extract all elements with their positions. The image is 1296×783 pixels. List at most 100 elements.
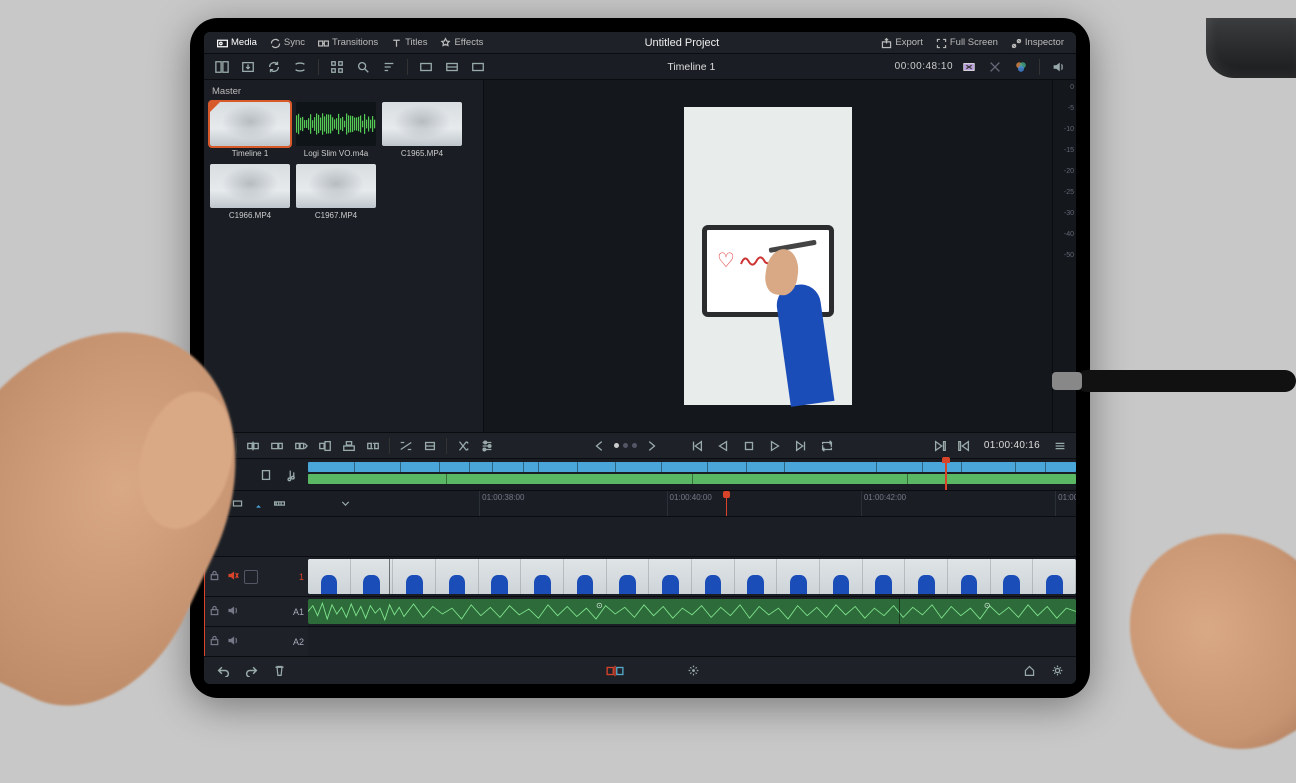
viewer-canvas[interactable]: ♡ xyxy=(484,80,1052,432)
track-indicator[interactable] xyxy=(244,570,258,584)
quick-export-button[interactable] xyxy=(985,58,1005,76)
bin-label: Master xyxy=(210,84,477,102)
audio-clip-area-2[interactable] xyxy=(308,627,1076,656)
undo-button[interactable] xyxy=(214,662,232,680)
speaker-icon[interactable] xyxy=(226,604,239,620)
viewer: ♡ 0-5-10-15-20-25-30-40-50 xyxy=(484,80,1076,432)
menu-transitions[interactable]: Transitions xyxy=(313,35,382,51)
bypass-fx-button[interactable] xyxy=(959,58,979,76)
cut-transition-button[interactable] xyxy=(420,437,440,455)
mini-timeline-row xyxy=(204,458,1076,490)
media-clip[interactable]: C1966.MP4 xyxy=(210,164,290,220)
mute-icon[interactable] xyxy=(226,569,239,585)
time-ruler[interactable]: 01:00:38:0001:00:40:0001:00:42:0001:00:4 xyxy=(382,491,1076,516)
play-reverse-button[interactable] xyxy=(713,437,733,455)
timeline-ruler-row: 01:00:38:0001:00:40:0001:00:42:0001:00:4 xyxy=(204,490,1076,516)
clip-name: C1965.MP4 xyxy=(382,149,462,158)
redo-button[interactable] xyxy=(242,662,260,680)
ruler-tick: 01:00:4 xyxy=(1055,491,1076,516)
search-button[interactable] xyxy=(353,58,373,76)
media-clip[interactable]: C1965.MP4 xyxy=(382,102,462,158)
sort-button[interactable] xyxy=(379,58,399,76)
clip-view-2-button[interactable] xyxy=(442,58,462,76)
layout-toggle-button[interactable] xyxy=(212,58,232,76)
sliders-button[interactable] xyxy=(477,437,497,455)
go-first-button[interactable] xyxy=(687,437,707,455)
cut-page-button[interactable] xyxy=(606,662,624,680)
thumbnail-view-button[interactable] xyxy=(327,58,347,76)
ipad-device: MediaSyncTransitionsTitlesEffects Untitl… xyxy=(190,18,1090,698)
clip-view-3-button[interactable] xyxy=(468,58,488,76)
track-spacer xyxy=(204,516,1076,556)
clip-view-1-button[interactable] xyxy=(416,58,436,76)
pool-viewer-toolbar: Timeline 1 00:00:48:10 xyxy=(204,54,1076,80)
dissolve-button[interactable] xyxy=(396,437,416,455)
color-settings-button[interactable] xyxy=(1011,58,1031,76)
track-lock-icon[interactable] xyxy=(256,466,276,484)
desk-mouse xyxy=(1206,18,1296,78)
next-clip-button[interactable] xyxy=(930,437,950,455)
media-clip[interactable]: Logi Slim VO.m4a xyxy=(296,102,376,158)
lock-icon[interactable] xyxy=(208,604,221,620)
sync-bin-button[interactable] xyxy=(264,58,284,76)
ruler-tick: 01:00:42:00 xyxy=(861,491,906,516)
import-media-button[interactable] xyxy=(238,58,258,76)
play-button[interactable] xyxy=(765,437,785,455)
video-track-header[interactable]: 1 xyxy=(204,557,308,596)
audio-view-button[interactable] xyxy=(271,496,287,512)
menu-effects[interactable]: Effects xyxy=(435,35,487,51)
transport-timecode[interactable]: 01:00:40:16 xyxy=(984,440,1040,451)
viewer-timecode[interactable]: 00:00:48:10 xyxy=(895,61,953,72)
track-audio-icon[interactable] xyxy=(282,466,302,484)
source-tape-button[interactable] xyxy=(290,58,310,76)
delete-button[interactable] xyxy=(270,662,288,680)
marker-tool-button[interactable] xyxy=(250,496,266,512)
audio-clip-area-1[interactable]: ⊙⊙ xyxy=(308,597,1076,626)
clip-name: C1967.MP4 xyxy=(296,211,376,220)
smart-insert-button[interactable] xyxy=(243,437,263,455)
lock-icon[interactable] xyxy=(208,569,221,585)
app-window: MediaSyncTransitionsTitlesEffects Untitl… xyxy=(204,32,1076,684)
place-on-top-button[interactable] xyxy=(339,437,359,455)
track-expand-button[interactable] xyxy=(308,491,382,516)
source-overwrite-button[interactable] xyxy=(363,437,383,455)
jog-right-button[interactable] xyxy=(641,437,661,455)
menu-full-screen[interactable]: Full Screen xyxy=(931,35,1002,51)
settings-button[interactable] xyxy=(1048,662,1066,680)
edit-toolbar: 01:00:40:16 xyxy=(204,432,1076,458)
menu-sync[interactable]: Sync xyxy=(265,35,309,51)
tools-menu-button[interactable] xyxy=(453,437,473,455)
clip-name: C1966.MP4 xyxy=(210,211,290,220)
go-last-button[interactable] xyxy=(791,437,811,455)
prev-clip-button[interactable] xyxy=(954,437,974,455)
timeline-tracks: 1 A1 ⊙⊙ A2 xyxy=(204,556,1076,656)
mute-audio-button[interactable] xyxy=(1048,58,1068,76)
media-clip[interactable]: Timeline 1 xyxy=(210,102,290,158)
bottom-bar xyxy=(204,656,1076,684)
main-area: Master Timeline 1 Logi Slim VO.m4a C1965.M… xyxy=(204,80,1076,432)
home-button[interactable] xyxy=(1020,662,1038,680)
menu-inspector[interactable]: Inspector xyxy=(1006,35,1068,51)
processing-button[interactable] xyxy=(684,662,702,680)
menu-export[interactable]: Export xyxy=(876,35,926,51)
menu-titles[interactable]: Titles xyxy=(386,35,431,51)
video-clip-area[interactable] xyxy=(308,557,1076,596)
stop-button[interactable] xyxy=(739,437,759,455)
ripple-overwrite-button[interactable] xyxy=(291,437,311,455)
track-label: A1 xyxy=(293,607,304,617)
close-up-button[interactable] xyxy=(315,437,335,455)
audio-track-1-header[interactable]: A1 xyxy=(204,597,308,626)
jog-indicator xyxy=(614,443,637,448)
lock-icon[interactable] xyxy=(208,634,221,650)
loop-button[interactable] xyxy=(817,437,837,455)
audio-track-2-header[interactable]: A2 xyxy=(204,627,308,656)
clip-name: Logi Slim VO.m4a xyxy=(296,149,376,158)
menu-media[interactable]: Media xyxy=(212,35,261,51)
jog-left-button[interactable] xyxy=(590,437,610,455)
timeline-options-button[interactable] xyxy=(1050,437,1070,455)
mini-timeline[interactable] xyxy=(308,459,1076,490)
speaker-icon[interactable] xyxy=(226,634,239,650)
append-button[interactable] xyxy=(267,437,287,455)
media-clip[interactable]: C1967.MP4 xyxy=(296,164,376,220)
project-title: Untitled Project xyxy=(493,37,870,49)
